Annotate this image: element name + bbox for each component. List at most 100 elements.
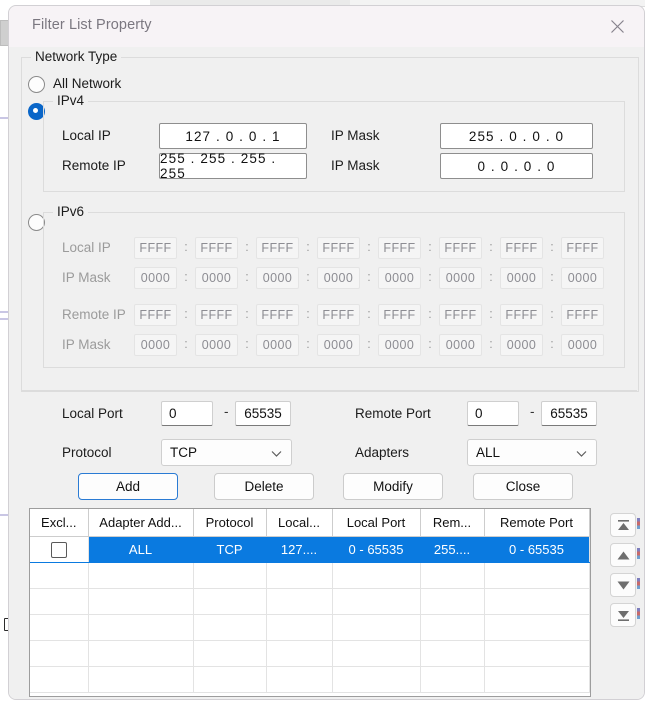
chevron-down-icon [271, 445, 282, 460]
ipv6-separator: : [306, 337, 310, 351]
table-column-header[interactable]: Local... [266, 509, 333, 537]
ipv6-segment-input[interactable]: FFFF [195, 237, 238, 259]
ipv6-segment-input[interactable]: FFFF [317, 304, 360, 326]
ipv6-segment-input[interactable]: FFFF [378, 237, 421, 259]
radio-all-network[interactable] [28, 76, 45, 93]
table-cell-exclude [30, 536, 89, 563]
ipv6-segment-input[interactable]: FFFF [500, 237, 543, 259]
modify-button[interactable]: Modify [343, 473, 443, 500]
ipv6-separator: : [550, 240, 554, 254]
ipv6-segment-input[interactable]: 0000 [378, 267, 421, 289]
local-port-from-input[interactable]: 0 [161, 401, 213, 426]
add-button[interactable]: Add [78, 473, 178, 500]
ipv6-segment-input[interactable]: 0000 [378, 334, 421, 356]
ipv6-separator: : [550, 337, 554, 351]
ipv6-row-label: Local IP [62, 240, 111, 255]
ipv6-segment-input[interactable]: 0000 [439, 334, 482, 356]
table-cell-empty [332, 588, 421, 615]
ipv6-segment-input[interactable]: FFFF [195, 304, 238, 326]
ipv6-separator: : [428, 240, 432, 254]
table-cell-empty [193, 666, 267, 693]
adapters-select[interactable]: ALL [467, 439, 597, 466]
table-cell: ALL [88, 536, 194, 563]
table-cell-empty [332, 666, 421, 693]
ipv6-segment-input[interactable]: FFFF [134, 237, 177, 259]
ipv6-group-label: IPv6 [53, 204, 89, 219]
move-to-top-button[interactable] [610, 513, 636, 537]
table-cell-empty [589, 614, 590, 641]
table-cell-empty [420, 666, 485, 693]
table-row-empty[interactable] [30, 562, 590, 589]
move-down-marker [637, 578, 640, 589]
ipv6-segment-input[interactable]: 0000 [256, 334, 299, 356]
row-exclude-checkbox[interactable] [50, 541, 67, 558]
ipv6-segment-input[interactable]: FFFF [256, 304, 299, 326]
remote-port-to-input[interactable]: 65535 [541, 401, 597, 426]
ipv4-group-label: IPv4 [53, 93, 89, 108]
table-cell-empty [266, 666, 333, 693]
table-column-header[interactable]: Adapter Add... [88, 509, 194, 537]
ipv6-separator: : [184, 270, 188, 284]
ipv6-segment-input[interactable]: FFFF [439, 304, 482, 326]
ipv6-segment-input[interactable]: FFFF [561, 304, 604, 326]
table-cell-empty [88, 588, 194, 615]
ipv4-remote-ip-input[interactable]: 255 . 255 . 255 . 255 [159, 151, 307, 181]
ipv6-separator: : [550, 270, 554, 284]
table-column-header[interactable]: Protocol [193, 509, 267, 537]
local-port-to-input[interactable]: 65535 [235, 401, 291, 426]
ipv6-segment-input[interactable]: 0000 [256, 267, 299, 289]
protocol-select[interactable]: TCP [161, 439, 292, 466]
ipv6-segment-input[interactable]: FFFF [561, 237, 604, 259]
ipv6-segment-input[interactable]: FFFF [378, 304, 421, 326]
move-down-button[interactable] [610, 573, 636, 597]
ipv6-segment-input[interactable]: 0000 [500, 267, 543, 289]
ipv6-segment-input[interactable]: 0000 [317, 334, 360, 356]
ipv4-local-ip-input[interactable]: 127 . 0 . 0 . 1 [159, 123, 307, 149]
ipv6-segment-input[interactable]: FFFF [439, 237, 482, 259]
ipv6-segment-input[interactable]: FFFF [500, 304, 543, 326]
table-column-header[interactable]: Rem... [420, 509, 485, 537]
table-column-header[interactable]: Local Port [332, 509, 421, 537]
ipv6-segment-input[interactable]: 0000 [561, 267, 604, 289]
ipv6-separator: : [184, 240, 188, 254]
table-cell-empty [88, 666, 194, 693]
filter-list-table-container[interactable]: Excl... Adapter Add... Protocol Local... Loc… [29, 508, 591, 697]
ipv6-segment-input[interactable]: FFFF [317, 237, 360, 259]
table-column-header[interactable]: Remote Port [484, 509, 590, 537]
ipv6-segment-input[interactable]: 0000 [134, 267, 177, 289]
remote-port-from-input[interactable]: 0 [467, 401, 519, 426]
ipv4-local-mask-input[interactable]: 255 . 0 . 0 . 0 [440, 123, 593, 149]
ipv6-segment-input[interactable]: 0000 [195, 267, 238, 289]
ipv6-segment-input[interactable]: FFFF [256, 237, 299, 259]
ipv6-segment-input[interactable]: 0000 [195, 334, 238, 356]
move-to-bottom-button[interactable] [610, 603, 636, 627]
ipv6-segment-input[interactable]: 0000 [500, 334, 543, 356]
filter-list-property-dialog: Filter List Property Network Type All Ne… [8, 5, 645, 700]
table-row-empty[interactable] [30, 588, 590, 615]
remote-port-label: Remote Port [355, 406, 431, 421]
close-button[interactable]: Close [473, 473, 573, 500]
adapters-label: Adapters [355, 445, 410, 460]
ipv6-segment-input[interactable]: 0000 [317, 267, 360, 289]
table-cell: 0 - 65535 [332, 536, 421, 563]
delete-button[interactable]: Delete [214, 473, 314, 500]
table-cell-empty [484, 588, 590, 615]
ipv6-segment-input[interactable]: 0000 [439, 267, 482, 289]
ipv6-segment-input[interactable]: 0000 [134, 334, 177, 356]
table-row-empty[interactable] [30, 666, 590, 693]
move-up-button[interactable] [610, 543, 636, 567]
table-cell-empty [420, 562, 485, 589]
ipv6-separator: : [428, 307, 432, 321]
table-cell-empty [420, 588, 485, 615]
table-cell: 127.... [266, 536, 333, 563]
ipv6-separator: : [306, 270, 310, 284]
ipv6-segment-input[interactable]: FFFF [134, 304, 177, 326]
close-icon[interactable] [596, 9, 638, 43]
table-row-empty[interactable] [30, 640, 590, 667]
ipv6-row-label: Remote IP [62, 307, 126, 322]
ipv4-remote-mask-input[interactable]: 0 . 0 . 0 . 0 [440, 153, 593, 179]
table-row[interactable]: ALL TCP 127.... 0 - 65535 255.... 0 - 65535 [30, 536, 590, 563]
ipv6-segment-input[interactable]: 0000 [561, 334, 604, 356]
table-row-empty[interactable] [30, 614, 590, 641]
table-column-header[interactable]: Excl... [30, 509, 89, 537]
